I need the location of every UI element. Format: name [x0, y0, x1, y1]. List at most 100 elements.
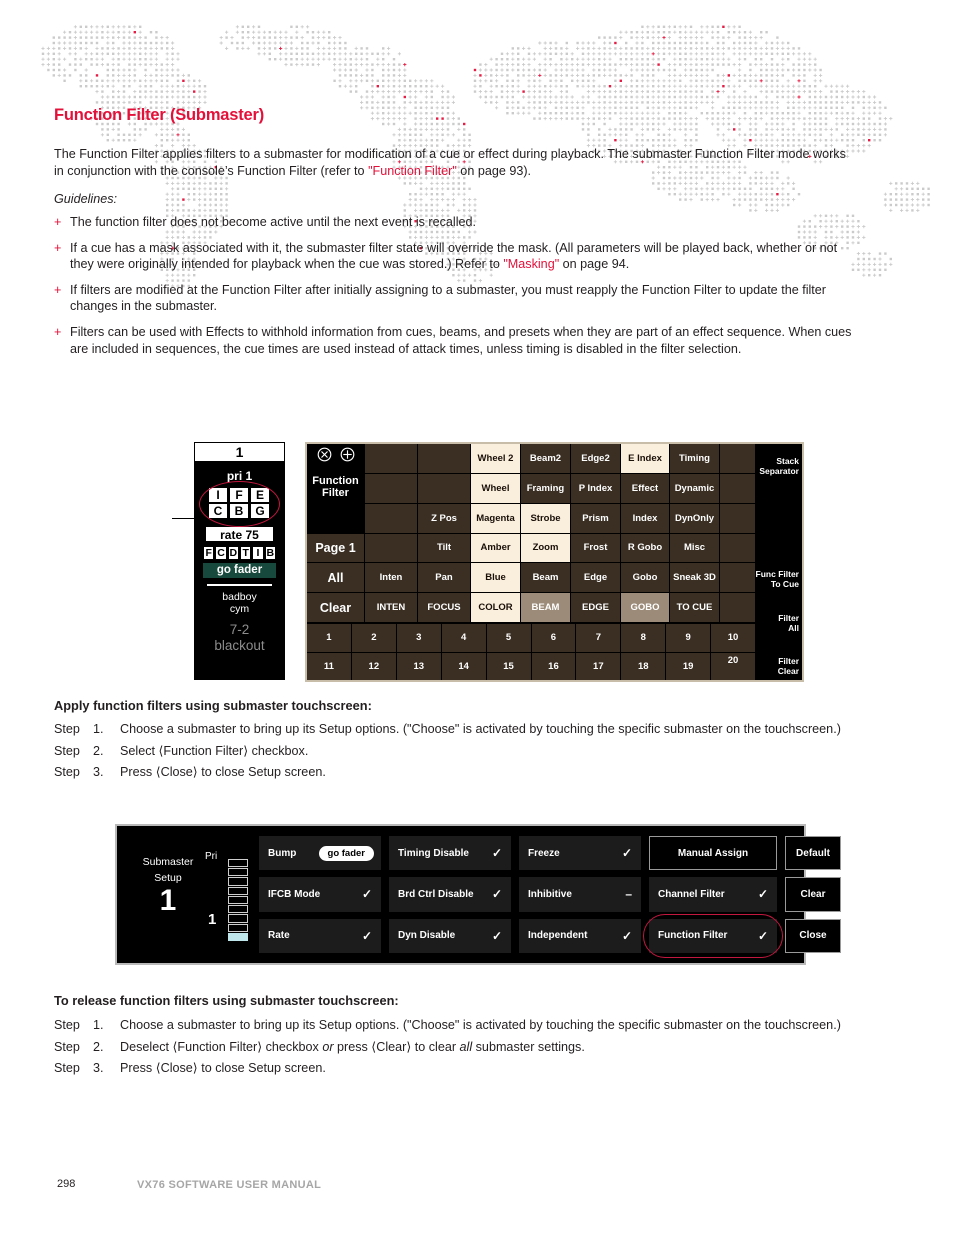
filter-page-button-13[interactable]: 13 — [396, 652, 441, 680]
bump-button[interactable]: Bump go fader — [259, 836, 381, 871]
filter-cell-p-index[interactable]: P Index — [571, 473, 620, 503]
filter-cell-prism[interactable]: Prism — [571, 503, 620, 533]
filter-page-button-12[interactable]: 12 — [351, 652, 396, 680]
filter-cell-gobo[interactable]: GOBO — [621, 593, 669, 622]
filter-cell-amber[interactable]: Amber — [471, 533, 520, 563]
filter-cell-index[interactable]: Index — [621, 503, 669, 533]
filter-page-button-1[interactable]: 1 — [307, 624, 351, 652]
rate-button[interactable]: Rate ✓ — [259, 918, 381, 953]
clear-button[interactable]: Clear — [785, 877, 841, 912]
filter-page-button-7[interactable]: 7 — [576, 624, 621, 652]
timing-disable-button[interactable]: Timing Disable ✓ — [389, 836, 511, 871]
ifcb-mode-checkbox[interactable]: ✓ — [362, 887, 372, 901]
close-button[interactable]: Close — [785, 918, 841, 953]
filter-page-button-14[interactable]: 14 — [441, 652, 486, 680]
inhibitive-checkbox[interactable]: – — [625, 887, 632, 901]
filter-cell-r-gobo[interactable]: R Gobo — [621, 533, 669, 563]
circle-plus-icon[interactable] — [340, 447, 355, 462]
independent-button[interactable]: Independent ✓ — [519, 918, 641, 953]
stack-separator-button[interactable]: Stack Separator — [759, 456, 799, 476]
default-button[interactable]: Default — [785, 836, 841, 871]
function-filter-page-1-button[interactable]: Page 1 — [307, 533, 364, 563]
filter-cell-beam[interactable]: BEAM — [521, 593, 570, 622]
function-filter-checkbox[interactable]: ✓ — [758, 929, 768, 943]
step-label: Step — [54, 765, 80, 780]
channel-filter-button[interactable]: Channel Filter ✓ — [649, 877, 777, 912]
go-fader-badge: go fader — [203, 563, 276, 578]
filter-cell-timing[interactable]: Timing — [670, 444, 719, 473]
filter-cell-dynamic[interactable]: Dynamic — [670, 473, 719, 503]
dyn-disable-button[interactable]: Dyn Disable ✓ — [389, 918, 511, 953]
filter-page-button-15[interactable]: 15 — [486, 652, 531, 680]
filter-cell-framing[interactable]: Framing — [521, 473, 570, 503]
submaster-strip[interactable]: 1 pri 1 I F E C B G rate 75 F C D T I B … — [194, 442, 285, 680]
filter-cell-e-index[interactable]: E Index — [621, 444, 669, 473]
filter-page-button-6[interactable]: 6 — [531, 624, 576, 652]
go-fader-badge[interactable]: go fader — [318, 845, 374, 861]
filter-cell-beam[interactable]: Beam — [521, 563, 570, 593]
func-filter-to-cue-button[interactable]: Func Filter To Cue — [756, 569, 799, 589]
filter-cell-edge[interactable]: Edge — [571, 563, 620, 593]
filter-page-button-3[interactable]: 3 — [396, 624, 441, 652]
filter-all-button[interactable]: Filter All — [778, 613, 799, 633]
filter-page-button-10[interactable]: 10 — [711, 624, 755, 652]
filter-cell-frost[interactable]: Frost — [571, 533, 620, 563]
freeze-button[interactable]: Freeze ✓ — [519, 836, 641, 871]
list-item-text: Filters can be used with Effects to with… — [70, 324, 852, 356]
filter-cell-zoom[interactable]: Zoom — [521, 533, 570, 563]
function-filter-all-button[interactable]: All — [307, 563, 364, 593]
filter-cell-effect[interactable]: Effect — [621, 473, 669, 503]
filter-cell-edge[interactable]: EDGE — [571, 593, 620, 622]
dyn-disable-checkbox[interactable]: ✓ — [492, 929, 502, 943]
function-filter-link[interactable]: "Function Filter" — [368, 164, 457, 178]
function-filter-button[interactable]: Function Filter ✓ — [643, 913, 783, 959]
filter-cell-gobo[interactable]: Gobo — [621, 563, 669, 593]
filter-cell-misc[interactable]: Misc — [670, 533, 719, 563]
filter-cell-strobe[interactable]: Strobe — [521, 503, 570, 533]
masking-link[interactable]: "Masking" — [503, 257, 559, 271]
filter-cell-tilt[interactable]: Tilt — [418, 533, 470, 563]
channel-filter-checkbox[interactable]: ✓ — [758, 887, 768, 901]
filter-cell-beam2[interactable]: Beam2 — [521, 444, 570, 473]
filter-page-button-17[interactable]: 17 — [576, 652, 621, 680]
inhibitive-button[interactable]: Inhibitive – — [519, 877, 641, 912]
filter-clear-button[interactable]: Filter Clear — [778, 656, 799, 676]
filter-cell-inten[interactable]: Inten — [365, 563, 417, 593]
manual-assign-button[interactable]: Manual Assign — [649, 836, 777, 871]
filter-cell-magenta[interactable]: Magenta — [471, 503, 520, 533]
fader-slider[interactable] — [228, 859, 248, 941]
filter-cell-pan[interactable]: Pan — [418, 563, 470, 593]
rate-checkbox[interactable]: ✓ — [362, 929, 372, 943]
filter-page-button-8[interactable]: 8 — [621, 624, 666, 652]
filter-page-button-2[interactable]: 2 — [351, 624, 396, 652]
filter-cell-sneak-3d[interactable]: Sneak 3D — [670, 563, 719, 593]
filter-cell-color[interactable]: COLOR — [471, 593, 520, 622]
filter-cell-z-pos[interactable]: Z Pos — [418, 503, 470, 533]
filter-page-button-20[interactable]: 20 — [711, 652, 755, 680]
ifcb-mode-button[interactable]: IFCB Mode ✓ — [259, 877, 381, 912]
timing-disable-checkbox[interactable]: ✓ — [492, 846, 502, 860]
filter-page-button-5[interactable]: 5 — [486, 624, 531, 652]
freeze-checkbox[interactable]: ✓ — [622, 846, 632, 860]
filter-cell-focus[interactable]: FOCUS — [418, 593, 470, 622]
filter-page-button-9[interactable]: 9 — [666, 624, 711, 652]
circle-x-icon[interactable] — [317, 447, 332, 462]
brd-ctrl-disable-button[interactable]: Brd Ctrl Disable ✓ — [389, 877, 511, 912]
filter-page-button-4[interactable]: 4 — [441, 624, 486, 652]
filter-cell-wheel-2[interactable]: Wheel 2 — [471, 444, 520, 473]
filter-cell-edge2[interactable]: Edge2 — [571, 444, 620, 473]
filter-cell-dynonly[interactable]: DynOnly — [670, 503, 719, 533]
filter-page-button-11[interactable]: 11 — [307, 652, 351, 680]
list-item: Step 2. Select ⟨Function Filter⟩ checkbo… — [54, 743, 864, 760]
filter-page-button-16[interactable]: 16 — [531, 652, 576, 680]
function-filter-clear-button[interactable]: Clear — [307, 593, 364, 622]
independent-checkbox[interactable]: ✓ — [622, 929, 632, 943]
filter-page-button-18[interactable]: 18 — [621, 652, 666, 680]
brd-ctrl-disable-checkbox[interactable]: ✓ — [492, 887, 502, 901]
fader-handle[interactable] — [228, 932, 248, 941]
filter-cell-to-cue[interactable]: TO CUE — [670, 593, 719, 622]
filter-page-button-19[interactable]: 19 — [666, 652, 711, 680]
filter-cell-inten[interactable]: INTEN — [365, 593, 417, 622]
filter-cell-wheel[interactable]: Wheel — [471, 473, 520, 503]
filter-cell-blue[interactable]: Blue — [471, 563, 520, 593]
